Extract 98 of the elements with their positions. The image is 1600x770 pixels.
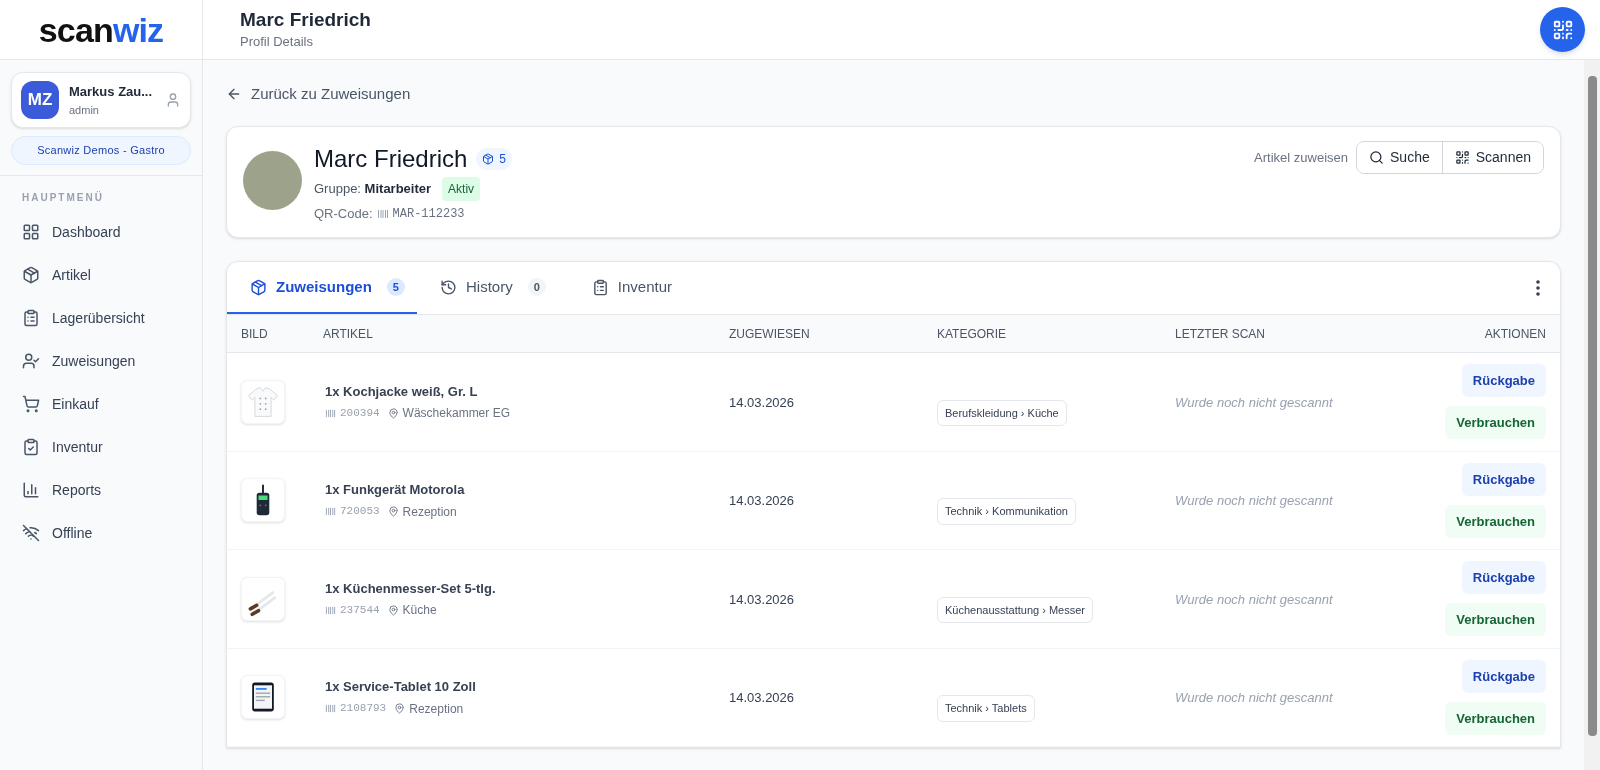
page-title: Marc Friedrich: [240, 7, 371, 32]
column-header: BILD: [241, 326, 268, 341]
item-name: 1x Küchenmesser-Set 5-tlg.: [325, 579, 496, 598]
box-icon: [22, 266, 40, 284]
user-name: Markus Zau...: [69, 83, 154, 101]
return-button[interactable]: Rückgabe: [1461, 659, 1546, 693]
barcode-icon: [325, 703, 336, 714]
item-name: 1x Service-Tablet 10 Zoll: [325, 678, 476, 696]
grid-icon: [22, 223, 40, 241]
profile-name: Marc Friedrich: [314, 147, 468, 171]
barcode-icon: [325, 604, 336, 616]
sidebar-item[interactable]: Inventur: [10, 425, 192, 469]
tab-count-badge: 5: [386, 277, 405, 297]
logo-text: scan: [38, 10, 113, 49]
search-icon: [1369, 150, 1384, 165]
item-name: 1x Kochjacke weiß, Gr. L: [325, 382, 478, 401]
last-scan-text: Wurde noch nicht gescannt: [1175, 591, 1333, 607]
sidebar-item[interactable]: Reports: [10, 468, 192, 512]
location-pin-icon: [394, 703, 406, 714]
status-badge: Aktiv: [442, 177, 481, 201]
clipboard-icon: [591, 278, 609, 296]
item-name: 1x Funkgerät Motorola: [325, 481, 465, 499]
location-pin-icon: [387, 506, 399, 517]
sidebar-item[interactable]: Zuweisungen: [10, 339, 192, 383]
sidebar-item[interactable]: Einkauf: [10, 382, 192, 426]
tab[interactable]: Inventur: [568, 262, 695, 314]
tab[interactable]: History 0: [417, 262, 569, 314]
cart-icon: [22, 395, 40, 413]
column-header: ZUGEWIESEN: [729, 326, 810, 341]
return-button[interactable]: Rückgabe: [1461, 462, 1546, 496]
user-card[interactable]: MZ Markus Zau... admin: [11, 72, 191, 128]
item-location: Wäschekammer EG: [402, 405, 510, 422]
user-icon: [165, 92, 181, 108]
column-header: LETZTER SCAN: [1175, 326, 1265, 341]
item-location: Rezeption: [402, 503, 457, 521]
sidebar-item[interactable]: Dashboard: [10, 210, 192, 254]
qr-code-icon: [1551, 18, 1574, 41]
sidebar-item[interactable]: Offline: [10, 511, 192, 555]
barcode-icon: [376, 207, 389, 220]
item-code: 200394: [340, 405, 380, 421]
qr-code-icon: [1454, 150, 1470, 165]
sidebar-item[interactable]: Lagerübersicht: [10, 296, 192, 340]
location-pin-icon: [387, 604, 399, 616]
consume-button[interactable]: Verbrauchen: [1445, 701, 1546, 735]
back-link[interactable]: Zurück zu Zuweisungen: [226, 82, 411, 106]
barcode-icon: [325, 407, 336, 419]
category-tag: Berufskleidung › Küche: [937, 399, 1067, 426]
user-role: admin: [69, 102, 100, 118]
assigned-date: 14.03.2026: [729, 690, 795, 706]
user-avatar: MZ: [21, 81, 59, 119]
last-scan-text: Wurde noch nicht gescannt: [1175, 690, 1333, 706]
qr-code-value: MAR-112233: [392, 205, 465, 223]
scrollbar-thumb[interactable]: [1587, 76, 1597, 736]
consume-button[interactable]: Verbrauchen: [1445, 504, 1546, 538]
group-value: Mitarbeiter: [364, 181, 432, 197]
group-label: Gruppe:: [314, 181, 361, 197]
column-header: ARTIKEL: [323, 326, 373, 341]
sidebar-item[interactable]: Artikel: [10, 253, 192, 297]
box-icon: [482, 153, 495, 165]
return-button[interactable]: Rückgabe: [1461, 561, 1546, 595]
wifi-off-icon: [22, 524, 40, 542]
tab-count-badge: 0: [527, 277, 546, 297]
category-tag: Technik › Tablets: [937, 695, 1035, 722]
scan-button[interactable]: Scannen: [1441, 142, 1543, 173]
item-location: Küche: [402, 602, 437, 619]
box-icon: [250, 278, 267, 296]
assign-items-label: Artikel zuweisen: [1254, 148, 1348, 167]
page-subtitle: Profil Details: [240, 32, 314, 51]
column-header: AKTIONEN: [1484, 326, 1546, 341]
clipboard-icon: [22, 309, 40, 327]
item-count-badge: 5: [476, 148, 513, 170]
item-code: 237544: [340, 602, 380, 618]
assigned-date: 14.03.2026: [729, 394, 795, 410]
category-tag: Technik › Kommunikation: [937, 498, 1076, 525]
location-pin-icon: [387, 407, 399, 419]
return-button[interactable]: Rückgabe: [1461, 364, 1546, 398]
organization-badge[interactable]: Scanwiz Demos - Gastro: [11, 136, 191, 165]
column-header: KATEGORIE: [937, 326, 1007, 341]
assigned-date: 14.03.2026: [729, 493, 795, 509]
bar-chart-icon: [22, 481, 40, 499]
item-code: 720053: [340, 504, 380, 520]
logo-text-accent: wiz: [112, 10, 164, 49]
item-code: 2108793: [340, 701, 387, 717]
menu-heading: HAUPTMENÜ: [21, 190, 105, 205]
consume-button[interactable]: Verbrauchen: [1445, 406, 1546, 440]
more-options-icon: [1536, 280, 1540, 296]
consume-button[interactable]: Verbrauchen: [1445, 603, 1546, 637]
qr-scan-button[interactable]: [1540, 7, 1585, 52]
last-scan-text: Wurde noch nicht gescannt: [1175, 394, 1333, 410]
qr-code-label: QR-Code:: [314, 205, 373, 223]
history-icon: [440, 278, 457, 296]
assigned-date: 14.03.2026: [729, 591, 795, 607]
last-scan-text: Wurde noch nicht gescannt: [1175, 493, 1333, 509]
category-tag: Küchenausstattung › Messer: [937, 596, 1094, 623]
barcode-icon: [325, 506, 336, 517]
user-check-icon: [22, 352, 40, 370]
clipboard-check-icon: [22, 438, 40, 456]
item-location: Rezeption: [409, 700, 464, 718]
